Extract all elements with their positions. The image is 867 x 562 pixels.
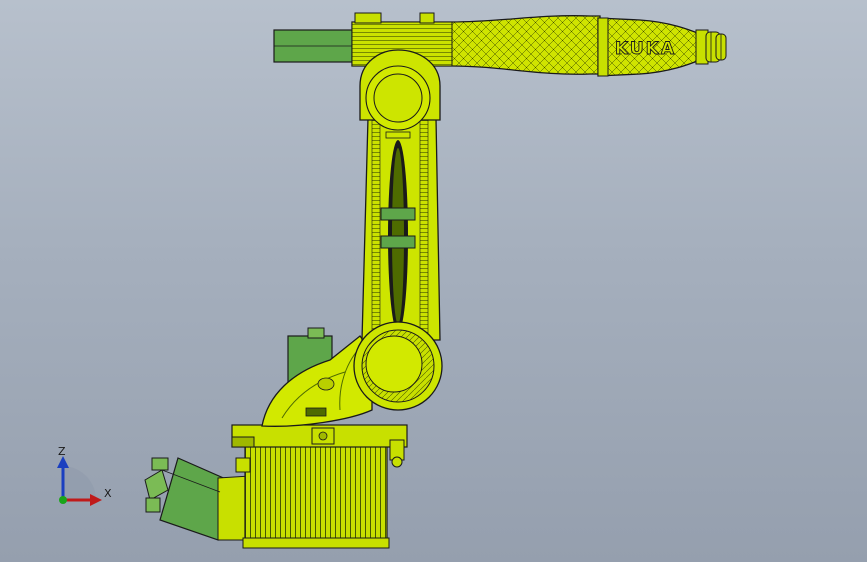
x-axis-head [90,494,102,506]
robot-base[interactable] [231,424,408,549]
y-axis-dot [59,496,67,504]
kuka-logo: KUKA [615,39,676,59]
cad-graphics-viewport[interactable]: KUKA Z X [0,0,867,562]
robot-lower-arm[interactable] [361,117,441,341]
x-axis-label: X [104,487,112,500]
z-axis-label: Z [58,445,66,458]
base-side-motor-housing[interactable] [144,457,251,541]
coordinate-triad: Z X [57,445,112,506]
robot-wrist[interactable]: KUKA [597,17,727,77]
joint-a3[interactable] [359,49,441,131]
robot-upper-arm[interactable] [273,12,601,75]
joint-a2[interactable] [353,321,443,411]
robot-model-canvas[interactable]: KUKA Z X [0,0,867,562]
